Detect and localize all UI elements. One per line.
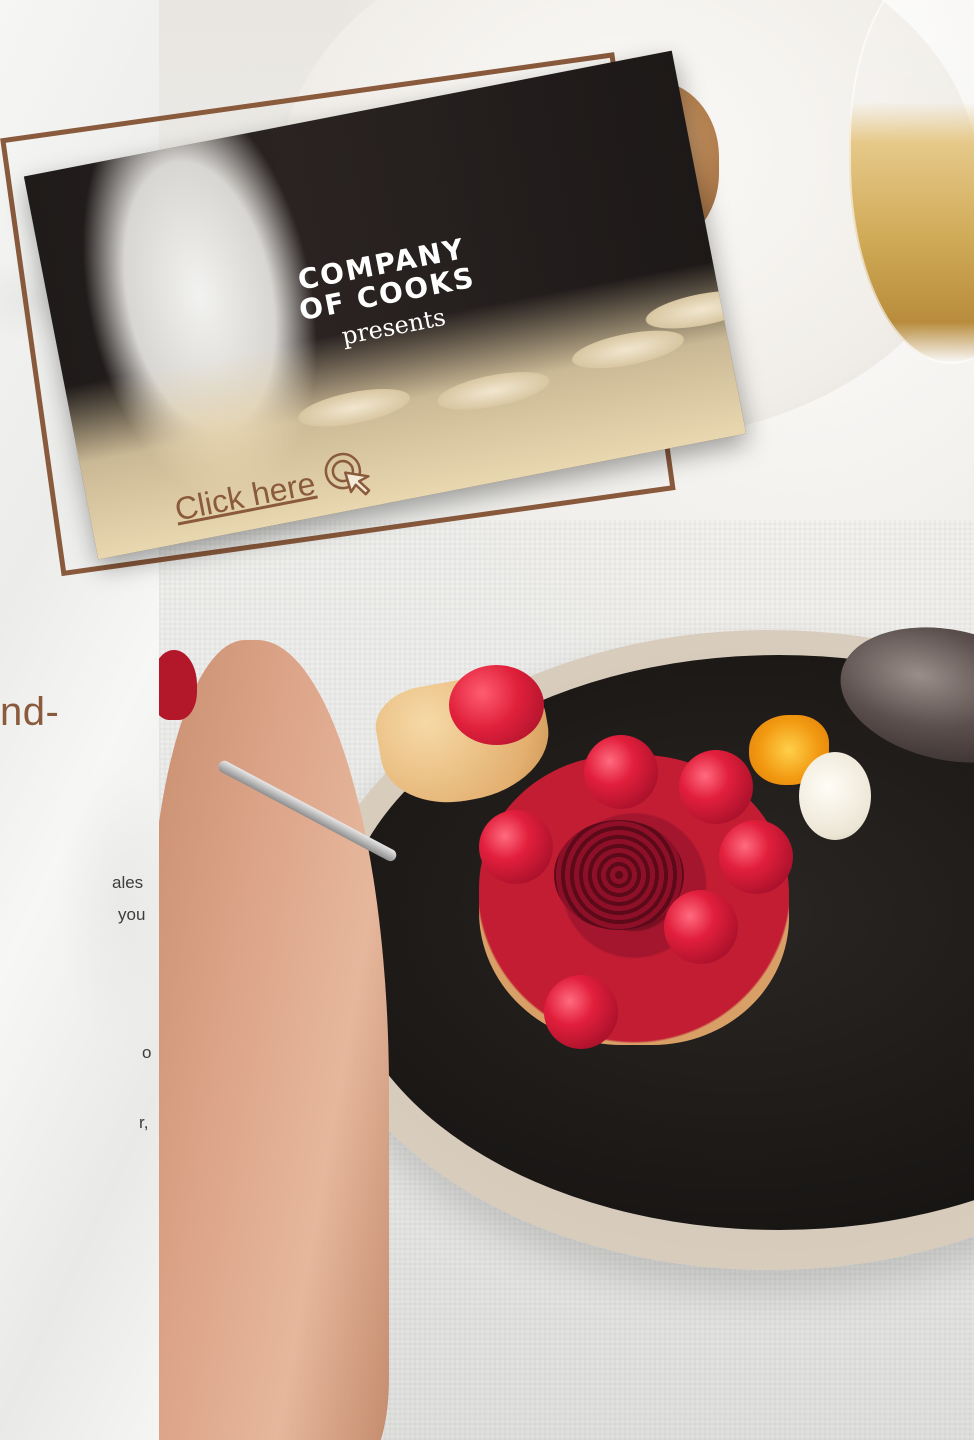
section-heading-fragment: nd- (0, 690, 60, 734)
body-text-fragment: o (142, 1043, 152, 1062)
click-here-label: Click here (171, 464, 319, 527)
raspberry (719, 820, 793, 894)
raspberry (584, 735, 658, 809)
meringue (799, 752, 871, 840)
body-text-fragment: r, (139, 1113, 149, 1132)
raspberry (544, 975, 618, 1049)
body-text-fragment: ales (112, 873, 144, 892)
tart-gel-spiral (554, 820, 684, 930)
raspberry (664, 890, 738, 964)
raspberry (449, 665, 544, 745)
raspberry (679, 750, 753, 824)
promo-card-group[interactable]: COMPANY OF COOKS presents Click here (0, 50, 747, 577)
raspberry (479, 810, 553, 884)
body-text-fragment: you (118, 905, 146, 924)
cursor-click-icon (324, 452, 371, 496)
